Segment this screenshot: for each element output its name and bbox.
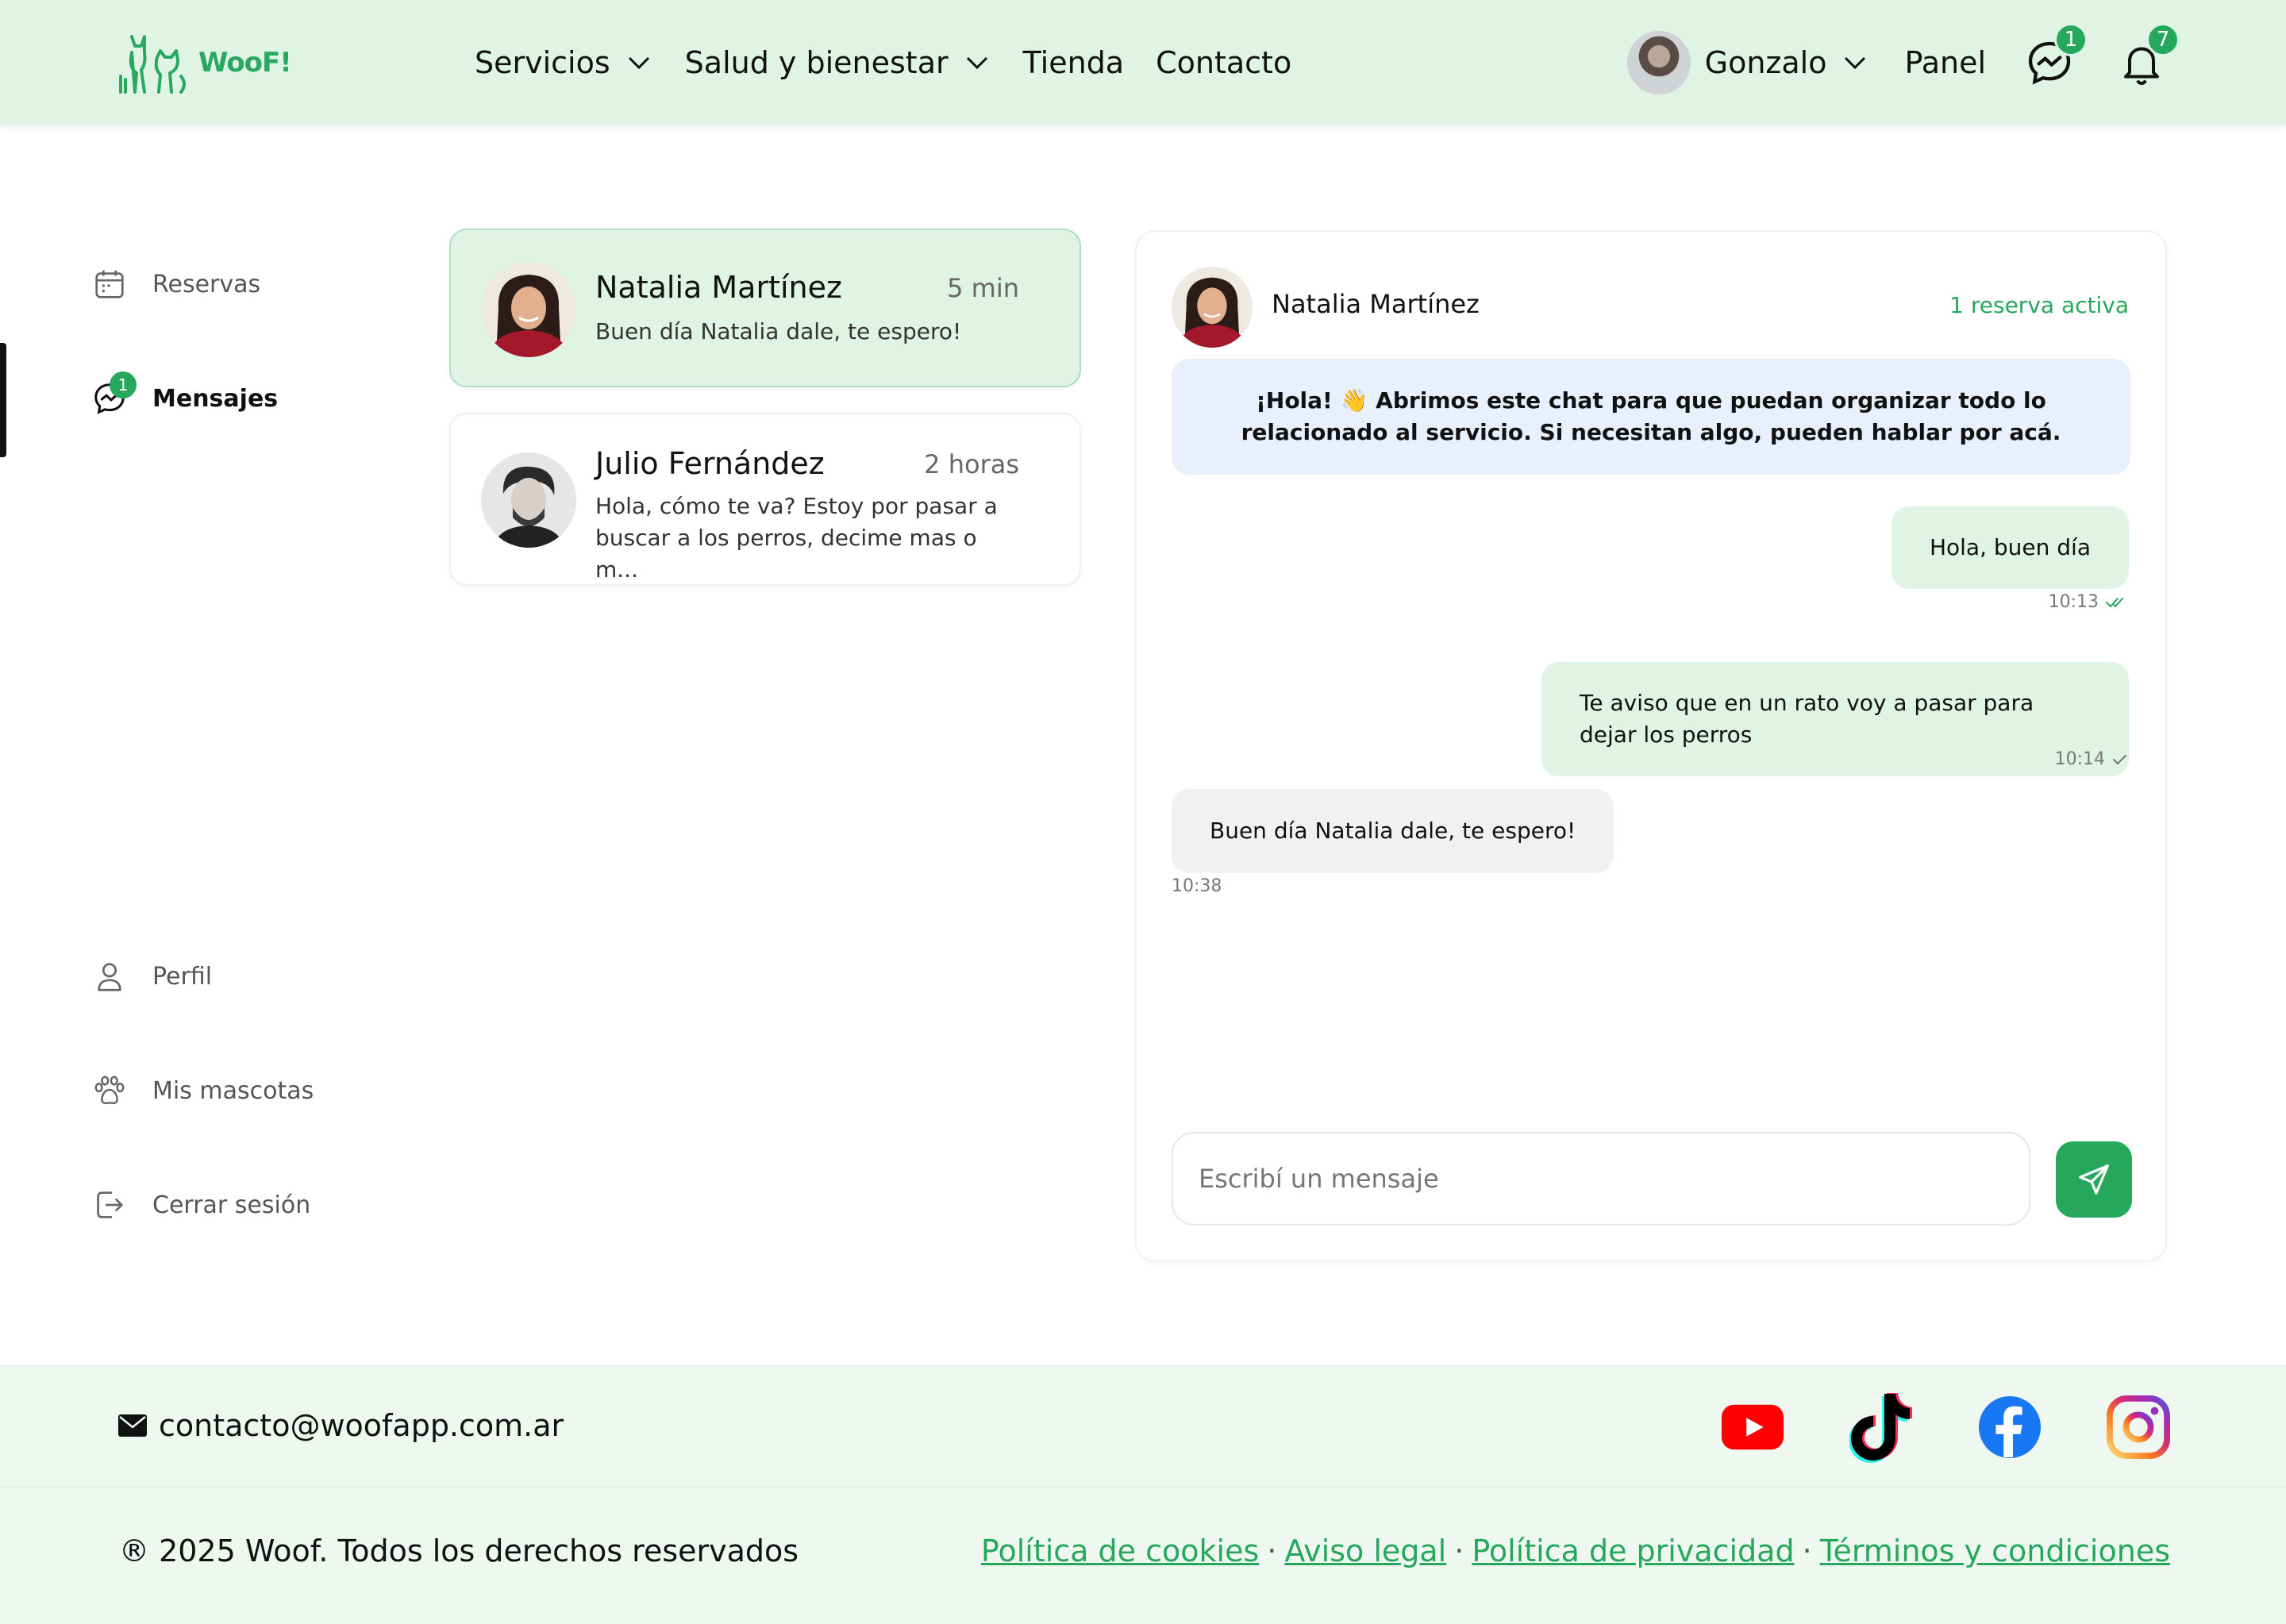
user-name: Gonzalo: [1704, 45, 1827, 80]
message-text: Te aviso que en un rato voy a pasar para…: [1580, 690, 2034, 748]
nav-label: Tienda: [1022, 45, 1125, 80]
sidebar-item-label: Cerrar sesión: [152, 1191, 311, 1219]
chat-panel: Natalia Martínez 1 reserva activa ¡Hola!…: [1135, 230, 2167, 1262]
nav-label: Contacto: [1156, 45, 1292, 80]
footer-contact-bar: contacto@woofapp.com.ar: [0, 1365, 2286, 1487]
send-button[interactable]: [2056, 1141, 2132, 1218]
main-nav: Servicios Salud y bienestar Tienda Conta…: [475, 0, 1291, 125]
message-bubble-in: Buen día Natalia dale, te espero!: [1172, 789, 1614, 873]
link-terminos[interactable]: Términos y condiciones: [1820, 1534, 2170, 1568]
conversation-item-julio[interactable]: Julio Fernández 2 horas Hola, cómo te va…: [449, 413, 1081, 586]
paw-icon: [90, 1072, 129, 1110]
legal-links: Política de cookies · Aviso legal · Polí…: [981, 1534, 2170, 1568]
message-bubble-out: Te aviso que en un rato voy a pasar para…: [1541, 662, 2129, 776]
calendar-icon: [90, 265, 129, 303]
message-meta: 10:14: [2055, 749, 2129, 769]
message-text: Buen día Natalia dale, te espero!: [1210, 818, 1576, 844]
sidebar-item-perfil[interactable]: Perfil: [90, 957, 212, 995]
youtube-icon[interactable]: [1721, 1389, 1784, 1465]
footer-email[interactable]: contacto@woofapp.com.ar: [117, 1408, 564, 1443]
footer-legal-bar: ® 2025 Woof. Todos los derechos reservad…: [0, 1487, 2286, 1624]
chat-icon: 1: [90, 371, 137, 418]
social-links: [1721, 1389, 2170, 1465]
tiktok-icon[interactable]: [1849, 1389, 1913, 1465]
sidebar-item-label: Reservas: [152, 270, 261, 298]
message-text: Hola, buen día: [1929, 534, 2091, 560]
message-meta: 10:38: [1172, 876, 1222, 896]
avatar: [1172, 267, 1253, 348]
messages-badge: 1: [2054, 23, 2088, 56]
message-time: 10:13: [2048, 592, 2099, 612]
sidebar-item-reservas[interactable]: Reservas: [90, 265, 260, 303]
sidebar-item-label: Mensajes: [152, 384, 279, 413]
message-meta: 10:13: [2049, 592, 2129, 612]
message-bubble-out: Hola, buen día: [1891, 506, 2129, 589]
conversation-time: 2 horas: [924, 449, 1019, 479]
sidebar-item-label: Mis mascotas: [152, 1076, 314, 1105]
logout-icon: [90, 1186, 129, 1224]
woof-logo[interactable]: WooF!: [117, 29, 292, 97]
sidebar-item-label: Perfil: [152, 962, 213, 991]
avatar: [481, 262, 576, 357]
chat-contact-name: Natalia Martínez: [1272, 289, 1480, 319]
avatar: [481, 452, 576, 548]
chevron-down-icon: [966, 56, 987, 70]
send-icon: [2079, 1164, 2109, 1195]
user-menu[interactable]: Gonzalo: [1626, 31, 1870, 94]
user-icon: [90, 957, 129, 995]
conversation-name: Julio Fernández: [595, 446, 825, 481]
sidebar-active-indicator: [0, 343, 6, 457]
link-aviso-legal[interactable]: Aviso legal: [1284, 1534, 1446, 1568]
conversation-time: 5 min: [947, 273, 1019, 303]
notifications-badge: 7: [2146, 23, 2180, 56]
active-booking-status[interactable]: 1 reserva activa: [1949, 292, 2129, 318]
message-time: 10:14: [2054, 749, 2105, 769]
conversation-name: Natalia Martínez: [595, 270, 842, 305]
check-icon: [2113, 754, 2126, 764]
nav-servicios[interactable]: Servicios: [475, 45, 653, 80]
logo-text: WooF!: [198, 47, 292, 79]
link-cookies[interactable]: Política de cookies: [981, 1534, 1259, 1568]
panel-link[interactable]: Panel: [1904, 45, 1986, 80]
copyright-text: ® 2025 Woof. Todos los derechos reservad…: [119, 1534, 799, 1568]
envelope-icon: [118, 1414, 147, 1437]
nav-contacto[interactable]: Contacto: [1156, 45, 1291, 80]
nav-salud-bienestar[interactable]: Salud y bienestar: [685, 45, 991, 80]
link-separator: ·: [1267, 1534, 1277, 1568]
link-separator: ·: [1802, 1534, 1812, 1568]
facebook-icon[interactable]: [1978, 1389, 2042, 1465]
conversation-preview: Buen día Natalia dale, te espero!: [595, 318, 962, 344]
sidebar-badge: 1: [110, 371, 137, 398]
dog-cat-logo-icon: [119, 35, 186, 94]
conversation-preview: Hola, cómo te va? Estoy por pasar a busc…: [595, 493, 998, 583]
message-input[interactable]: [1172, 1132, 2030, 1226]
link-privacidad[interactable]: Política de privacidad: [1472, 1534, 1794, 1568]
double-check-icon: [2106, 597, 2123, 607]
chevron-down-icon: [628, 56, 649, 70]
user-area: Gonzalo Panel 1 7: [1626, 0, 2180, 125]
instagram-icon[interactable]: [2107, 1389, 2170, 1465]
message-time: 10:38: [1172, 876, 1222, 896]
messages-button[interactable]: 1: [2021, 23, 2088, 91]
nav-label: Salud y bienestar: [684, 45, 949, 80]
notifications-button[interactable]: 7: [2113, 23, 2180, 91]
conversation-item-natalia[interactable]: Natalia Martínez 5 min Buen día Natalia …: [449, 229, 1081, 387]
sidebar-item-mis-mascotas[interactable]: Mis mascotas: [90, 1072, 314, 1110]
chevron-down-icon: [1845, 56, 1866, 70]
email-text: contacto@woofapp.com.ar: [159, 1408, 564, 1443]
avatar: [1626, 31, 1691, 94]
link-separator: ·: [1454, 1534, 1464, 1568]
top-header: WooF! Servicios Salud y bienestar Tienda…: [0, 0, 2286, 125]
nav-label: Servicios: [475, 45, 610, 80]
sidebar-item-cerrar-sesion[interactable]: Cerrar sesión: [90, 1186, 310, 1224]
nav-tienda[interactable]: Tienda: [1023, 45, 1124, 80]
sidebar-item-mensajes[interactable]: 1 Mensajes: [90, 371, 279, 418]
system-message: ¡Hola! 👋 Abrimos este chat para que pued…: [1172, 359, 2130, 475]
